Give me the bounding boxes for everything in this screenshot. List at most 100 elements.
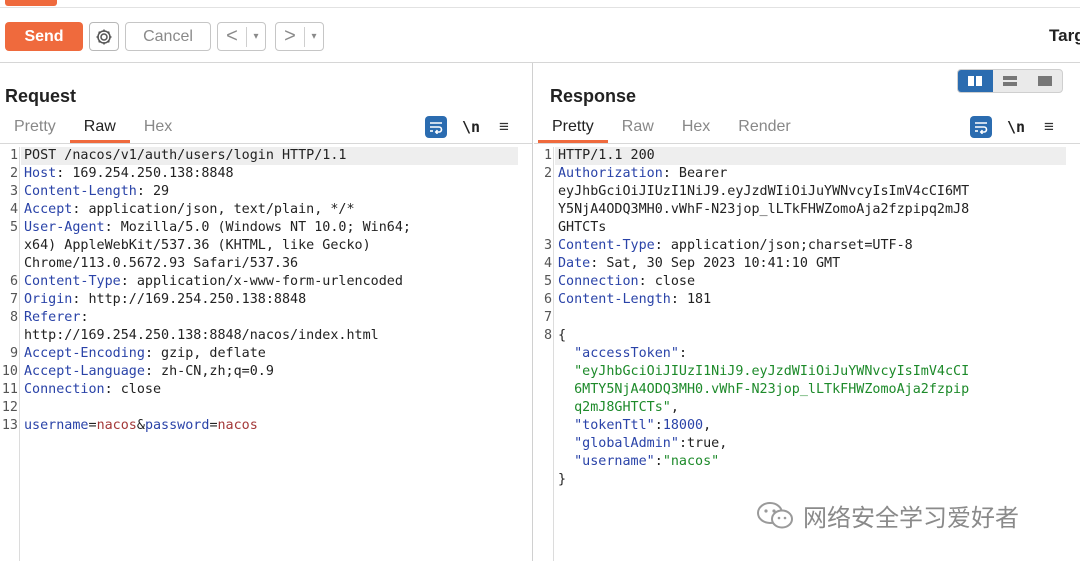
cancel-button[interactable]: Cancel (125, 22, 211, 51)
active-tab-accent (5, 0, 57, 6)
line-content: "tokenTtl":18000, (558, 417, 711, 435)
line-content: Connection: close (558, 273, 695, 291)
word-wrap-icon[interactable] (425, 116, 447, 138)
settings-button[interactable] (89, 22, 119, 51)
body-token: = (209, 418, 218, 433)
header-value: 29 (144, 184, 170, 199)
request-title: Request (5, 86, 77, 106)
line-number: 10 (1, 364, 18, 379)
line-content: Origin: http://169.254.250.138:8848 (24, 291, 306, 309)
line-number: 4 (543, 256, 552, 271)
word-wrap-icon[interactable] (970, 116, 992, 138)
json-token: , (703, 418, 712, 433)
request-editor[interactable]: 1 POST /nacos/v1/auth/users/login HTTP/1.… (0, 147, 532, 561)
header-separator: : (638, 274, 647, 289)
header-value: gzip, deflate (153, 346, 266, 361)
code-line: } (534, 471, 1080, 489)
watermark: 网络安全学习爱好者 (755, 498, 1019, 533)
line-number: 3 (543, 238, 552, 253)
line-content: Y5NjA4ODQ3MH0.vWhF-N23jop_lLTkFHWZomoAja… (558, 202, 970, 217)
target-label[interactable]: Targ (1049, 26, 1080, 46)
json-token: "eyJhbGciOiJIUzI1NiJ9.eyJzdWIiOiJuYWNvcy… (558, 364, 970, 379)
header-name: User-Agent (24, 220, 105, 235)
json-token: "tokenTtl" (558, 418, 655, 433)
code-line: 6MTY5NjA4ODQ3MH0.vWhF-N23jop_lLTkFHWZomo… (534, 381, 1080, 399)
code-line: "tokenTtl":18000, (534, 417, 1080, 435)
line-content: { (558, 328, 567, 343)
header-separator: : (670, 292, 679, 307)
line-content: Content-Length: 29 (24, 183, 169, 201)
menu-icon[interactable]: ≡ (495, 117, 513, 137)
line-number: 8 (543, 328, 552, 343)
response-tab-hex[interactable]: Hex (668, 115, 724, 141)
tabbed-layout-button[interactable] (1027, 70, 1062, 92)
line-number: 13 (1, 418, 18, 433)
code-line: 10 Accept-Language: zh-CN,zh;q=0.9 (0, 363, 532, 381)
body-token: nacos (217, 418, 258, 433)
side-by-side-layout-button[interactable] (958, 70, 993, 92)
line-content: Referer: (24, 309, 89, 327)
line-content: eyJhbGciOiJIUzI1NiJ9.eyJzdWIiOiJuYWNvcyI… (558, 184, 970, 199)
json-token: : (654, 418, 663, 433)
request-tab-raw[interactable]: Raw (69, 115, 130, 143)
watermark-text: 网络安全学习爱好者 (803, 504, 1019, 532)
code-line: 3 Content-Length: 29 (0, 183, 532, 201)
request-tab-pretty[interactable]: Pretty (0, 115, 70, 141)
line-content: "eyJhbGciOiJIUzI1NiJ9.eyJzdWIiOiJuYWNvcy… (558, 363, 969, 381)
line-content: Host: 169.254.250.138:8848 (24, 165, 234, 183)
json-token: 6MTY5NjA4ODQ3MH0.vWhF-N23jop_lLTkFHWZomo… (558, 382, 970, 397)
code-line: 12 (0, 399, 532, 417)
code-line: "eyJhbGciOiJIUzI1NiJ9.eyJzdWIiOiJuYWNvcy… (534, 363, 1080, 381)
line-content: q2mJ8GHTCTs", (558, 399, 679, 417)
newline-toggle-icon[interactable]: \n (461, 118, 481, 136)
response-tab-raw[interactable]: Raw (608, 115, 668, 141)
response-tabs: Pretty Raw Hex Render (538, 115, 805, 143)
line-number: 2 (9, 166, 18, 181)
response-panel: Response Pretty Raw Hex Render \n ≡ 1 HTT… (534, 63, 1080, 561)
header-value: http://169.254.250.138:8848 (80, 292, 307, 307)
forward-history-dropdown[interactable]: ▾ (305, 31, 323, 42)
code-line: 13 username=nacos&password=nacos (0, 417, 532, 435)
code-line: 5 Connection: close (534, 273, 1080, 291)
back-nav-group: < ▾ (217, 22, 266, 51)
code-line: q2mJ8GHTCTs", (534, 399, 1080, 417)
menu-icon[interactable]: ≡ (1040, 117, 1058, 137)
response-tab-pretty[interactable]: Pretty (538, 115, 608, 143)
header-separator: : (654, 238, 663, 253)
header-name: Date (558, 256, 591, 271)
send-button[interactable]: Send (5, 22, 83, 51)
header-name: Origin (24, 292, 73, 307)
back-history-dropdown[interactable]: ▾ (247, 31, 265, 42)
header-value: 169.254.250.138:8848 (64, 166, 234, 181)
line-content: Content-Length: 181 (558, 291, 711, 309)
code-line: 6 Content-Type: application/x-www-form-ur… (0, 273, 532, 291)
line-number: 7 (543, 310, 552, 325)
layout-toggle (957, 69, 1063, 93)
code-line: 1 POST /nacos/v1/auth/users/login HTTP/1.… (0, 147, 532, 165)
header-name: Accept (24, 202, 73, 217)
line-content: Connection: close (24, 381, 161, 399)
request-tab-hex[interactable]: Hex (130, 115, 186, 141)
header-value: 181 (678, 292, 712, 307)
code-line: "globalAdmin":true, (534, 435, 1080, 453)
line-number: 1 (543, 148, 552, 163)
line-content: Content-Type: application/json;charset=U… (558, 237, 913, 255)
header-name: Content-Type (558, 238, 655, 253)
header-name: Host (24, 166, 57, 181)
header-separator: : (136, 184, 145, 199)
line-content: POST /nacos/v1/auth/users/login HTTP/1.1 (24, 148, 347, 163)
line-number: 4 (9, 202, 18, 217)
line-content: "accessToken": (558, 345, 687, 363)
header-name: Referer (24, 310, 81, 325)
response-tab-render[interactable]: Render (724, 115, 804, 141)
newline-toggle-icon[interactable]: \n (1006, 118, 1026, 136)
line-number: 7 (9, 292, 18, 307)
line-content: "username":"nacos" (558, 453, 719, 471)
code-line: 1 HTTP/1.1 200 (534, 147, 1080, 165)
forward-button[interactable]: > (276, 25, 304, 48)
line-content: GHTCTs (558, 220, 607, 235)
back-button[interactable]: < (218, 25, 246, 48)
header-separator: : (144, 346, 153, 361)
json-token: 18000 (662, 418, 704, 433)
stacked-layout-button[interactable] (993, 70, 1028, 92)
